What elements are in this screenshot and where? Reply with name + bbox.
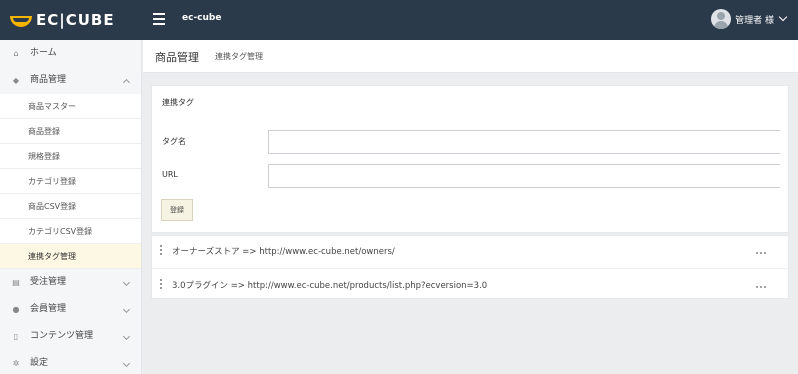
sidebar-subitem-product-register[interactable]: 商品登録 [0, 119, 141, 144]
card-title: 連携タグ [162, 98, 194, 107]
sidebar-subitem-category-csv[interactable]: カテゴリCSV登録 [0, 219, 141, 244]
sidebar-subitem-spec-register[interactable]: 規格登録 [0, 144, 141, 169]
tag-list: オーナーズストア => http://www.ec-cube.net/owner… [151, 235, 789, 299]
drag-handle-icon[interactable] [160, 279, 163, 291]
sidebar-item-home[interactable]: ⌂ ホーム [0, 40, 141, 67]
more-options-icon[interactable] [756, 281, 770, 288]
chevron-down-icon [122, 305, 131, 314]
sidebar-item-content[interactable]: ▯ コンテンツ管理 [0, 323, 141, 350]
file-icon: ▯ [13, 332, 19, 341]
tag-entry-text: オーナーズストア => http://www.ec-cube.net/owner… [172, 247, 395, 257]
chevron-down-icon [778, 12, 788, 22]
sidebar-item-label: 商品管理 [30, 75, 67, 85]
sidebar-item-settings[interactable]: ✲ 設定 [0, 350, 141, 374]
shop-name[interactable]: ec-cube [182, 13, 221, 23]
sidebar-item-products[interactable]: ◆ 商品管理 [0, 67, 141, 94]
user-menu[interactable]: 管理者 様 [711, 9, 788, 29]
sidebar-item-members[interactable]: ● 会員管理 [0, 296, 141, 323]
cart-icon: ▤ [12, 278, 20, 287]
sidebar-subitem-product-master[interactable]: 商品マスター [0, 94, 141, 119]
tag-name-label: タグ名 [162, 137, 186, 146]
avatar [711, 9, 732, 29]
sidebar: ⌂ ホーム ◆ 商品管理 商品マスター 商品登録 規格登録 カテゴリ登録 商品C… [0, 40, 142, 374]
divider [152, 268, 788, 269]
list-item[interactable]: オーナーズストア => http://www.ec-cube.net/owner… [152, 236, 788, 269]
page-subtitle: 連携タグ管理 [215, 52, 263, 61]
page-title: 商品管理 [155, 51, 199, 64]
sidebar-subitem-product-csv[interactable]: 商品CSV登録 [0, 194, 141, 219]
sidebar-item-label: 受注管理 [30, 277, 67, 287]
home-icon: ⌂ [13, 49, 19, 58]
sidebar-item-label: ホーム [30, 48, 57, 58]
chevron-up-icon [122, 78, 131, 87]
logo-cup-icon [10, 13, 32, 27]
register-button[interactable]: 登録 [161, 199, 193, 221]
logo[interactable]: EC|CUBE [10, 10, 115, 30]
drag-handle-icon[interactable] [160, 245, 163, 257]
tag-icon: ◆ [12, 76, 20, 85]
chevron-down-icon [122, 332, 131, 341]
sidebar-subitem-category-register[interactable]: カテゴリ登録 [0, 169, 141, 194]
logo-text: EC|CUBE [36, 11, 115, 29]
sidebar-item-label: 設定 [30, 358, 49, 368]
page-header: 商品管理 連携タグ管理 [143, 40, 798, 73]
url-label: URL [162, 170, 178, 179]
list-item[interactable]: 3.0プラグイン => http://www.ec-cube.net/produ… [152, 270, 788, 300]
sidebar-item-label: 会員管理 [30, 304, 67, 314]
sidebar-item-orders[interactable]: ▤ 受注管理 [0, 269, 141, 296]
sidebar-subitem-tag-manage[interactable]: 連携タグ管理 [0, 244, 141, 269]
menu-toggle-icon[interactable] [153, 13, 165, 25]
gear-icon: ✲ [12, 359, 20, 368]
top-header: EC|CUBE ec-cube 管理者 様 [0, 0, 798, 40]
chevron-down-icon [122, 278, 131, 287]
sidebar-item-label: コンテンツ管理 [30, 331, 94, 341]
chevron-down-icon [122, 359, 131, 368]
tag-name-input[interactable] [268, 130, 780, 154]
tag-entry-text: 3.0プラグイン => http://www.ec-cube.net/produ… [172, 281, 488, 291]
tag-form-card: 連携タグ タグ名 URL 登録 [151, 85, 789, 233]
users-icon: ● [12, 305, 20, 314]
user-name: 管理者 様 [735, 15, 774, 26]
more-options-icon[interactable] [756, 247, 770, 254]
url-input[interactable] [268, 164, 780, 188]
